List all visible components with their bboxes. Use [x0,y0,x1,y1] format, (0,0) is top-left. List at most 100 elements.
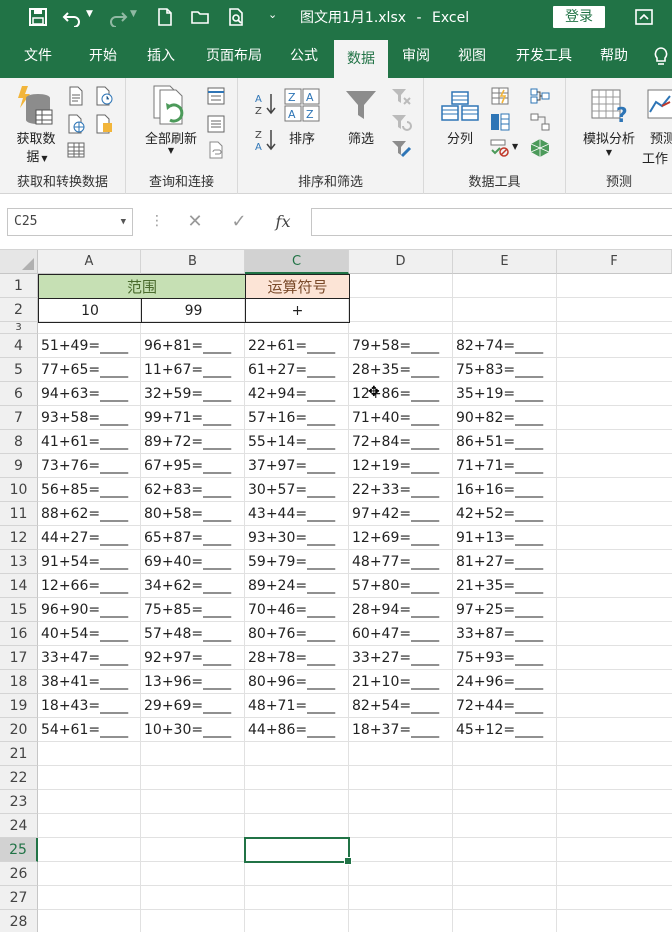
problem-cell[interactable]: 28+94=____ [349,598,453,622]
get-data-label-2[interactable]: 据 ▼ [22,146,52,165]
problem-cell[interactable]: 56+85=____ [38,478,141,502]
problem-cell[interactable]: 71+71=____ [453,454,557,478]
from-web-icon[interactable] [66,114,86,134]
get-data-label[interactable]: 获取数 [10,128,62,147]
problem-cell[interactable]: 42+94=____ [245,382,349,406]
existing-connections-icon[interactable] [94,114,114,134]
problem-cell[interactable]: 12+69=____ [349,526,453,550]
problem-cell[interactable]: 90+82=____ [453,406,557,430]
problem-cell[interactable]: 33+87=____ [453,622,557,646]
ribbon-display-options-icon[interactable] [634,7,654,27]
problem-cell[interactable]: 55+14=____ [245,430,349,454]
row-header-14[interactable]: 14 [0,574,38,598]
problem-cell[interactable]: 80+96=____ [245,670,349,694]
properties-icon[interactable] [206,114,226,134]
manage-data-model-icon[interactable] [530,138,550,158]
tab-data[interactable]: 数据 [334,40,388,78]
problem-cell[interactable]: 72+84=____ [349,430,453,454]
tab-insert[interactable]: 插入 [132,34,190,78]
problem-cell[interactable]: 57+16=____ [245,406,349,430]
row-header-22[interactable]: 22 [0,766,38,790]
print-preview-icon[interactable] [226,7,246,27]
what-if-analysis-icon[interactable]: ? [590,88,630,124]
sort-ascending-icon[interactable]: A Z [254,92,276,116]
problem-cell[interactable]: 67+95=____ [141,454,245,478]
row-header-2[interactable]: 2 [0,298,38,322]
problem-cell[interactable]: 48+71=____ [245,694,349,718]
problem-cell[interactable]: 21+35=____ [453,574,557,598]
reapply-filter-icon[interactable] [390,112,412,134]
problem-cell[interactable]: 13+96=____ [141,670,245,694]
sort-label[interactable]: 排序 [282,128,322,147]
problem-cell[interactable]: 54+61=____ [38,718,141,742]
active-cell-selection[interactable] [244,837,352,865]
undo-icon[interactable] [62,7,82,27]
problem-cell[interactable]: 75+85=____ [141,598,245,622]
formula-bar-grip-icon[interactable]: ⋮ [150,214,164,230]
redo-dropdown-icon[interactable]: ▼ [130,9,137,19]
row-header-23[interactable]: 23 [0,790,38,814]
problem-cell[interactable]: 12+66=____ [38,574,141,598]
row-header-11[interactable]: 11 [0,502,38,526]
row-header-5[interactable]: 5 [0,358,38,382]
enter-icon[interactable]: ✓ [224,208,254,236]
problem-cell[interactable]: 18+43=____ [38,694,141,718]
problem-cell[interactable]: 96+90=____ [38,598,141,622]
problem-cell[interactable]: 88+62=____ [38,502,141,526]
row-header-25[interactable]: 25 [0,838,38,862]
problem-cell[interactable]: 45+12=____ [453,718,557,742]
redo-icon[interactable] [108,7,128,27]
problem-cell[interactable]: 34+62=____ [141,574,245,598]
problem-cell[interactable]: 16+16=____ [453,478,557,502]
row-header-20[interactable]: 20 [0,718,38,742]
problem-cell[interactable]: 75+83=____ [453,358,557,382]
problem-cell[interactable]: 30+57=____ [245,478,349,502]
login-button[interactable]: 登录 [553,6,605,28]
row-header-24[interactable]: 24 [0,814,38,838]
problem-cell[interactable]: 80+58=____ [141,502,245,526]
problem-cell[interactable]: 81+27=____ [453,550,557,574]
problem-cell[interactable]: 48+77=____ [349,550,453,574]
problem-cell[interactable]: 33+27=____ [349,646,453,670]
undo-dropdown-icon[interactable]: ▼ [86,9,93,19]
column-header-b[interactable]: B [141,250,245,274]
edit-links-icon[interactable] [206,140,226,160]
problem-cell[interactable]: 79+58=____ [349,334,453,358]
problem-cell[interactable]: 29+69=____ [141,694,245,718]
filter-label[interactable]: 筛选 [338,128,384,147]
range-header-cell[interactable]: 范围 [38,274,246,299]
problem-cell[interactable]: 35+19=____ [453,382,557,406]
cancel-icon[interactable]: ✕ [180,208,210,236]
row-header-26[interactable]: 26 [0,862,38,886]
column-header-e[interactable]: E [453,250,557,274]
save-icon[interactable] [28,7,48,27]
problem-cell[interactable]: 28+78=____ [245,646,349,670]
row-header-4[interactable]: 4 [0,334,38,358]
problem-cell[interactable]: 38+41=____ [38,670,141,694]
forecast-sheet-label-2[interactable]: 工作 [642,148,672,167]
from-table-icon[interactable] [66,140,86,160]
refresh-all-label[interactable]: 全部刷新 [136,128,206,147]
problem-cell[interactable]: 60+47=____ [349,622,453,646]
problem-cell[interactable]: 96+81=____ [141,334,245,358]
column-header-f[interactable]: F [557,250,672,274]
name-box-dropdown-icon[interactable]: ▼ [121,209,126,235]
problem-cell[interactable]: 44+86=____ [245,718,349,742]
relationships-icon[interactable] [530,112,550,132]
sort-icon[interactable]: Z A A Z [284,88,320,122]
problem-cell[interactable]: 91+54=____ [38,550,141,574]
advanced-filter-icon[interactable] [390,138,412,160]
column-header-d[interactable]: D [349,250,453,274]
new-file-icon[interactable] [155,7,175,27]
refresh-all-dropdown-icon[interactable]: ▼ [164,146,178,155]
sort-descending-icon[interactable]: Z A [254,128,276,152]
tab-view[interactable]: 视图 [446,34,498,78]
row-header-1[interactable]: 1 [0,274,38,298]
problem-cell[interactable]: 71+40=____ [349,406,453,430]
problem-cell[interactable]: 93+58=____ [38,406,141,430]
problem-cell[interactable]: 91+13=____ [453,526,557,550]
problem-cell[interactable]: 24+96=____ [453,670,557,694]
tab-file[interactable]: 文件 [12,34,64,78]
problem-cell[interactable]: 11+67=____ [141,358,245,382]
operator-cell[interactable]: + [245,298,350,323]
